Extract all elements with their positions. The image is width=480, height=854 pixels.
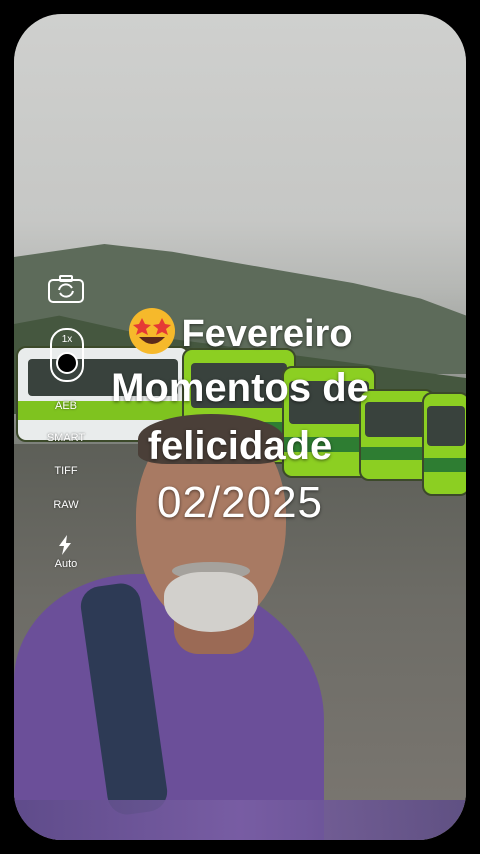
flash-auto-label[interactable]: Auto [36,558,96,570]
month-text: Fevereiro [181,313,353,355]
title-line-2: Momentos de [111,366,369,410]
flash-bolt-icon[interactable] [58,535,72,555]
title-line-month: Fevereiro [0,306,480,356]
star-struck-emoji [129,308,176,354]
bottom-blur [14,800,466,840]
date-text: 02/2025 [156,478,324,527]
camera-flip-icon[interactable] [48,275,84,303]
title-line-3: felicidade [147,424,333,468]
person-beard [164,572,258,632]
